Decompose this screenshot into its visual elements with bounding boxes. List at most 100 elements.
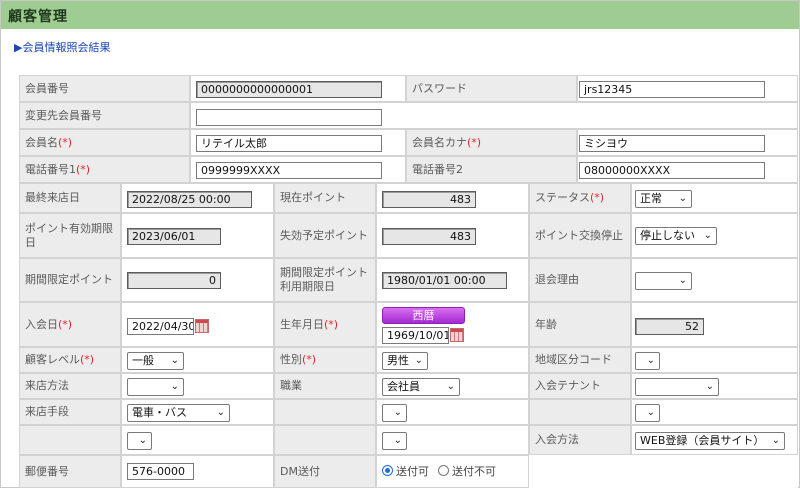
- phone1-field[interactable]: 0999999XXXX: [196, 162, 382, 179]
- cell-phone2: 08000000XXXX: [577, 156, 798, 183]
- visit-means-value: 電車・バス: [132, 406, 187, 419]
- cell-customer-level: 一般 ⌄: [121, 347, 274, 373]
- extra2-select[interactable]: ⌄: [635, 404, 660, 422]
- withdraw-reason-select[interactable]: ⌄: [635, 272, 692, 290]
- label-empty-4: [274, 425, 376, 455]
- cell-extra4: ⌄: [376, 425, 529, 455]
- cell-password: jrs12345: [577, 75, 798, 102]
- label-text: 郵便番号: [25, 464, 69, 478]
- label-gender: 性別 (*): [274, 347, 376, 373]
- chevron-down-icon: ⌄: [393, 435, 402, 446]
- wareki-toggle-button[interactable]: 西暦: [382, 307, 465, 324]
- required-mark: (*): [590, 191, 605, 204]
- label-text: 入会日: [25, 317, 58, 331]
- cell-extra1: ⌄: [376, 399, 529, 425]
- member-no-field: 0000000000000001: [196, 81, 382, 98]
- extra4-select[interactable]: ⌄: [382, 432, 407, 450]
- chevron-down-icon: ⌄: [170, 355, 179, 366]
- gender-select[interactable]: 男性 ⌄: [382, 352, 428, 370]
- label-text: 変更先会員番号: [25, 108, 102, 122]
- limited-point-expiry-field: 1980/01/01 00:00: [382, 272, 507, 289]
- chevron-down-icon: ⌄: [678, 275, 687, 286]
- label-limited-point-expiry: 期間限定ポイント利用期限日: [274, 258, 376, 302]
- point-expiry-field: 2023/06/01: [127, 228, 221, 245]
- chevron-down-icon: ⌄: [705, 381, 714, 392]
- gender-value: 男性: [387, 354, 409, 367]
- join-method-select[interactable]: WEB登録（会員サイト） ⌄: [635, 432, 785, 450]
- dm-option-no-label: 送付不可: [452, 465, 496, 478]
- required-mark: (*): [58, 135, 73, 149]
- cell-point-exchange-stop: 停止しない ⌄: [631, 213, 798, 258]
- cell-member-no: 0000000000000001: [190, 75, 406, 102]
- birth-date-field[interactable]: 1969/10/01: [382, 327, 449, 344]
- label-text: 生年月日: [280, 317, 324, 331]
- required-mark: (*): [76, 162, 91, 176]
- label-visit-means: 来店手段: [19, 399, 121, 425]
- label-text: 来店方法: [25, 379, 69, 392]
- label-text: 会員名カナ: [412, 135, 467, 149]
- extra3-select[interactable]: ⌄: [127, 432, 152, 450]
- label-text: 現在ポイント: [280, 191, 346, 204]
- dm-send-radio-yes[interactable]: [382, 465, 393, 476]
- customer-level-value: 一般: [132, 354, 154, 367]
- label-text: 顧客レベル: [25, 353, 80, 366]
- password-field[interactable]: jrs12345: [579, 81, 765, 98]
- occupation-select[interactable]: 会社員 ⌄: [382, 378, 460, 396]
- label-expiring-points: 失効予定ポイント: [274, 213, 376, 258]
- calendar-icon[interactable]: [450, 328, 464, 342]
- current-points-field: 483: [382, 191, 476, 208]
- label-text: 最終来店日: [25, 191, 80, 204]
- dm-option-yes-label: 送付可: [396, 465, 429, 478]
- member-kana-field[interactable]: ミシヨウ: [579, 135, 765, 152]
- cell-extra3: ⌄: [121, 425, 274, 455]
- status-select[interactable]: 正常 ⌄: [635, 190, 692, 208]
- cell-expiring-points: 483: [376, 213, 529, 258]
- extra1-select[interactable]: ⌄: [382, 404, 407, 422]
- join-tenant-select[interactable]: ⌄: [635, 378, 719, 396]
- status-value: 正常: [640, 192, 662, 205]
- label-text: 期間限定ポイント利用期限日: [280, 266, 368, 293]
- required-mark: (*): [467, 135, 482, 149]
- chevron-down-icon: ⌄: [216, 407, 225, 418]
- label-text: 電話番号1: [25, 162, 76, 176]
- cell-extra2: ⌄: [631, 399, 798, 425]
- cell-gender: 男性 ⌄: [376, 347, 529, 373]
- visit-means-select[interactable]: 電車・バス ⌄: [127, 404, 230, 422]
- last-visit-field: 2022/08/25 00:00: [127, 191, 252, 208]
- region-code-select[interactable]: ⌄: [635, 352, 660, 370]
- visit-method-select[interactable]: ⌄: [127, 378, 184, 396]
- point-exchange-stop-select[interactable]: 停止しない ⌄: [635, 227, 717, 245]
- label-age: 年齢: [529, 302, 631, 347]
- cell-member-name: リテイル太郎: [190, 129, 406, 156]
- label-join-tenant: 入会テナント: [529, 373, 631, 399]
- cell-dm-send: 送付可 送付不可: [376, 455, 529, 488]
- cell-age: 52: [631, 302, 798, 347]
- chevron-down-icon: ⌄: [703, 230, 712, 241]
- label-member-name: 会員名 (*): [19, 129, 190, 156]
- dm-send-radio-no[interactable]: [438, 465, 449, 476]
- join-date-field[interactable]: 2022/04/30: [127, 318, 194, 335]
- postal-code-field[interactable]: 576-0000: [127, 463, 194, 480]
- page-title: 顧客管理: [8, 9, 68, 25]
- cell-status: 正常 ⌄: [631, 183, 798, 213]
- label-text: DM送付: [280, 464, 320, 478]
- member-name-field[interactable]: リテイル太郎: [196, 135, 382, 152]
- breadcrumb-link[interactable]: ▶会員情報照会結果: [14, 39, 110, 55]
- phone2-field[interactable]: 08000000XXXX: [579, 162, 765, 179]
- label-visit-method: 来店方法: [19, 373, 121, 399]
- chevron-down-icon: ⌄: [414, 355, 423, 366]
- label-text: 性別: [280, 353, 302, 366]
- required-mark: (*): [324, 317, 339, 331]
- chevron-down-icon: ⌄: [138, 435, 147, 446]
- chevron-down-icon: ⌄: [646, 355, 655, 366]
- cell-region-code: ⌄: [631, 347, 798, 373]
- calendar-icon[interactable]: [195, 319, 209, 333]
- label-occupation: 職業: [274, 373, 376, 399]
- change-member-no-field[interactable]: [196, 109, 382, 126]
- cell-occupation: 会社員 ⌄: [376, 373, 529, 399]
- label-change-member-no: 変更先会員番号: [19, 102, 190, 129]
- customer-level-select[interactable]: 一般 ⌄: [127, 352, 184, 370]
- label-text: 職業: [280, 379, 302, 392]
- expiring-points-field: 483: [382, 228, 476, 245]
- member-form: 会員番号 0000000000000001 パスワード jrs12345 変更先…: [19, 75, 798, 488]
